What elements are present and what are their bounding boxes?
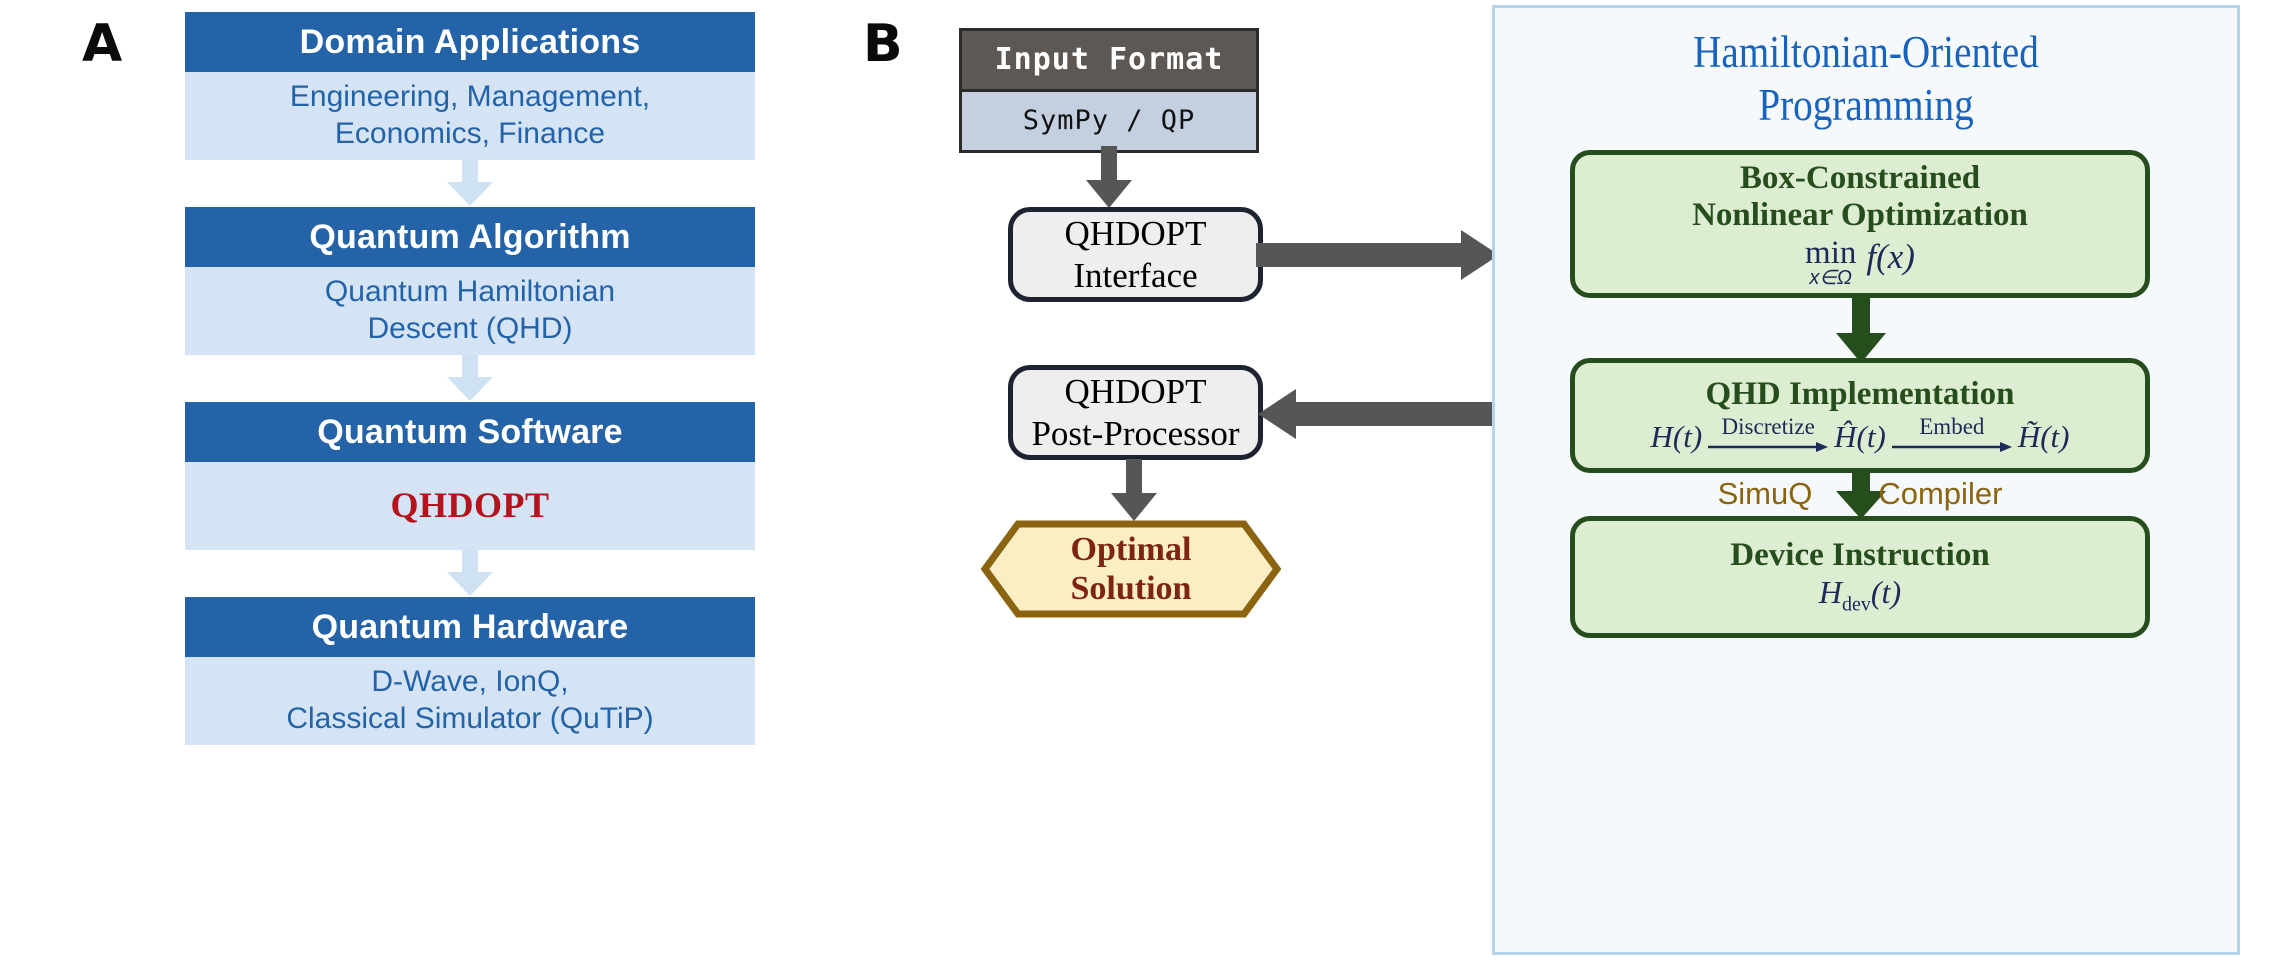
hdev-subscript: dev xyxy=(1842,593,1871,616)
qhd-implementation-chain: H(t) Discretize Ĥ(t) Embed H̃(t) xyxy=(1651,415,2070,455)
qhdopt-interface-line2: Interface xyxy=(1073,255,1198,295)
left-arrow-icon xyxy=(1258,389,1501,439)
hop-panel-title: Hamiltonian-Oriented Programming xyxy=(1543,26,2189,132)
hop-title-line2: Programming xyxy=(1758,80,1974,131)
right-arrow-icon xyxy=(1891,441,2012,452)
down-arrow-icon xyxy=(1086,146,1132,208)
device-instruction-title: Device Instruction xyxy=(1730,537,1990,574)
hop-title-line1: Hamiltonian-Oriented xyxy=(1693,27,2039,77)
chain-term-2: Ĥ(t) xyxy=(1834,418,1886,454)
box-constrained-title-line2: Nonlinear Optimization xyxy=(1692,196,2028,233)
qhdopt-post-processor-box: QHDOPT Post-Processor xyxy=(1008,365,1263,460)
device-instruction-box: Device Instruction Hdev(t) xyxy=(1570,516,2150,638)
arrow-hop-to-post xyxy=(1256,389,1501,439)
optimal-solution-line2: Solution xyxy=(1070,570,1192,607)
box-constrained-title-line1: Box-Constrained xyxy=(1739,159,1981,196)
arrow-post-to-solution xyxy=(1108,459,1160,523)
right-arrow-icon xyxy=(1708,441,1829,452)
arrow-interface-to-hop xyxy=(1256,230,1501,280)
chain-label-embed: Embed xyxy=(1919,413,1985,439)
optimal-solution-label: Optimal Solution xyxy=(981,520,1281,618)
hdev-arg: (t) xyxy=(1870,574,1902,611)
qhdopt-interface-line1: QHDOPT xyxy=(1064,214,1207,254)
box-constrained-formula: min x∈Ω f(x) xyxy=(1805,235,1915,290)
input-format-box: Input Format SymPy / QP xyxy=(959,28,1259,153)
qhdopt-post-line2: Post-Processor xyxy=(1031,413,1240,453)
arrow-bc-to-qhd xyxy=(1833,293,1889,365)
box-constrained-optimization-box: Box-Constrained Nonlinear Optimization m… xyxy=(1570,150,2150,298)
qhd-implementation-box: QHD Implementation H(t) Discretize Ĥ(t) … xyxy=(1570,358,2150,473)
simuq-compiler-label: SimuQ Compiler xyxy=(1570,474,2150,514)
input-format-body: SymPy / QP xyxy=(962,92,1256,150)
qhdopt-interface-box: QHDOPT Interface xyxy=(1008,207,1263,302)
optimal-solution-hexagon: Optimal Solution xyxy=(981,520,1281,618)
down-arrow-icon xyxy=(1836,293,1886,363)
chain-term-1: H(t) xyxy=(1650,418,1703,454)
down-arrow-icon xyxy=(1111,459,1157,521)
chain-arrow-discretize: Discretize xyxy=(1706,415,1830,455)
right-arrow-icon xyxy=(1256,230,1499,280)
hamiltonian-oriented-programming-panel: Hamiltonian-Oriented Programming Box-Con… xyxy=(1492,5,2240,955)
qhdopt-post-line1: QHDOPT xyxy=(1064,372,1207,412)
objective-function: f(x) xyxy=(1866,237,1915,277)
optimal-solution-line1: Optimal xyxy=(1070,530,1192,568)
hdev-base: H xyxy=(1818,574,1842,611)
simuq-label-left: SimuQ xyxy=(1717,476,1813,511)
min-operator: min xyxy=(1805,235,1857,272)
qhd-implementation-title: QHD Implementation xyxy=(1705,376,2015,413)
input-format-header: Input Format xyxy=(962,31,1256,92)
chain-arrow-embed: Embed xyxy=(1890,415,2014,455)
arrow-input-to-interface xyxy=(1083,146,1135,210)
chain-label-discretize: Discretize xyxy=(1721,413,1815,439)
box-constrained-title: Box-Constrained Nonlinear Optimization xyxy=(1692,160,2028,234)
min-subscript: x∈Ω xyxy=(1809,267,1853,290)
device-instruction-formula: Hdev(t) xyxy=(1819,574,1901,616)
simuq-label-right: Compiler xyxy=(1878,476,2003,511)
chain-term-3: H̃(t) xyxy=(2017,418,2070,454)
